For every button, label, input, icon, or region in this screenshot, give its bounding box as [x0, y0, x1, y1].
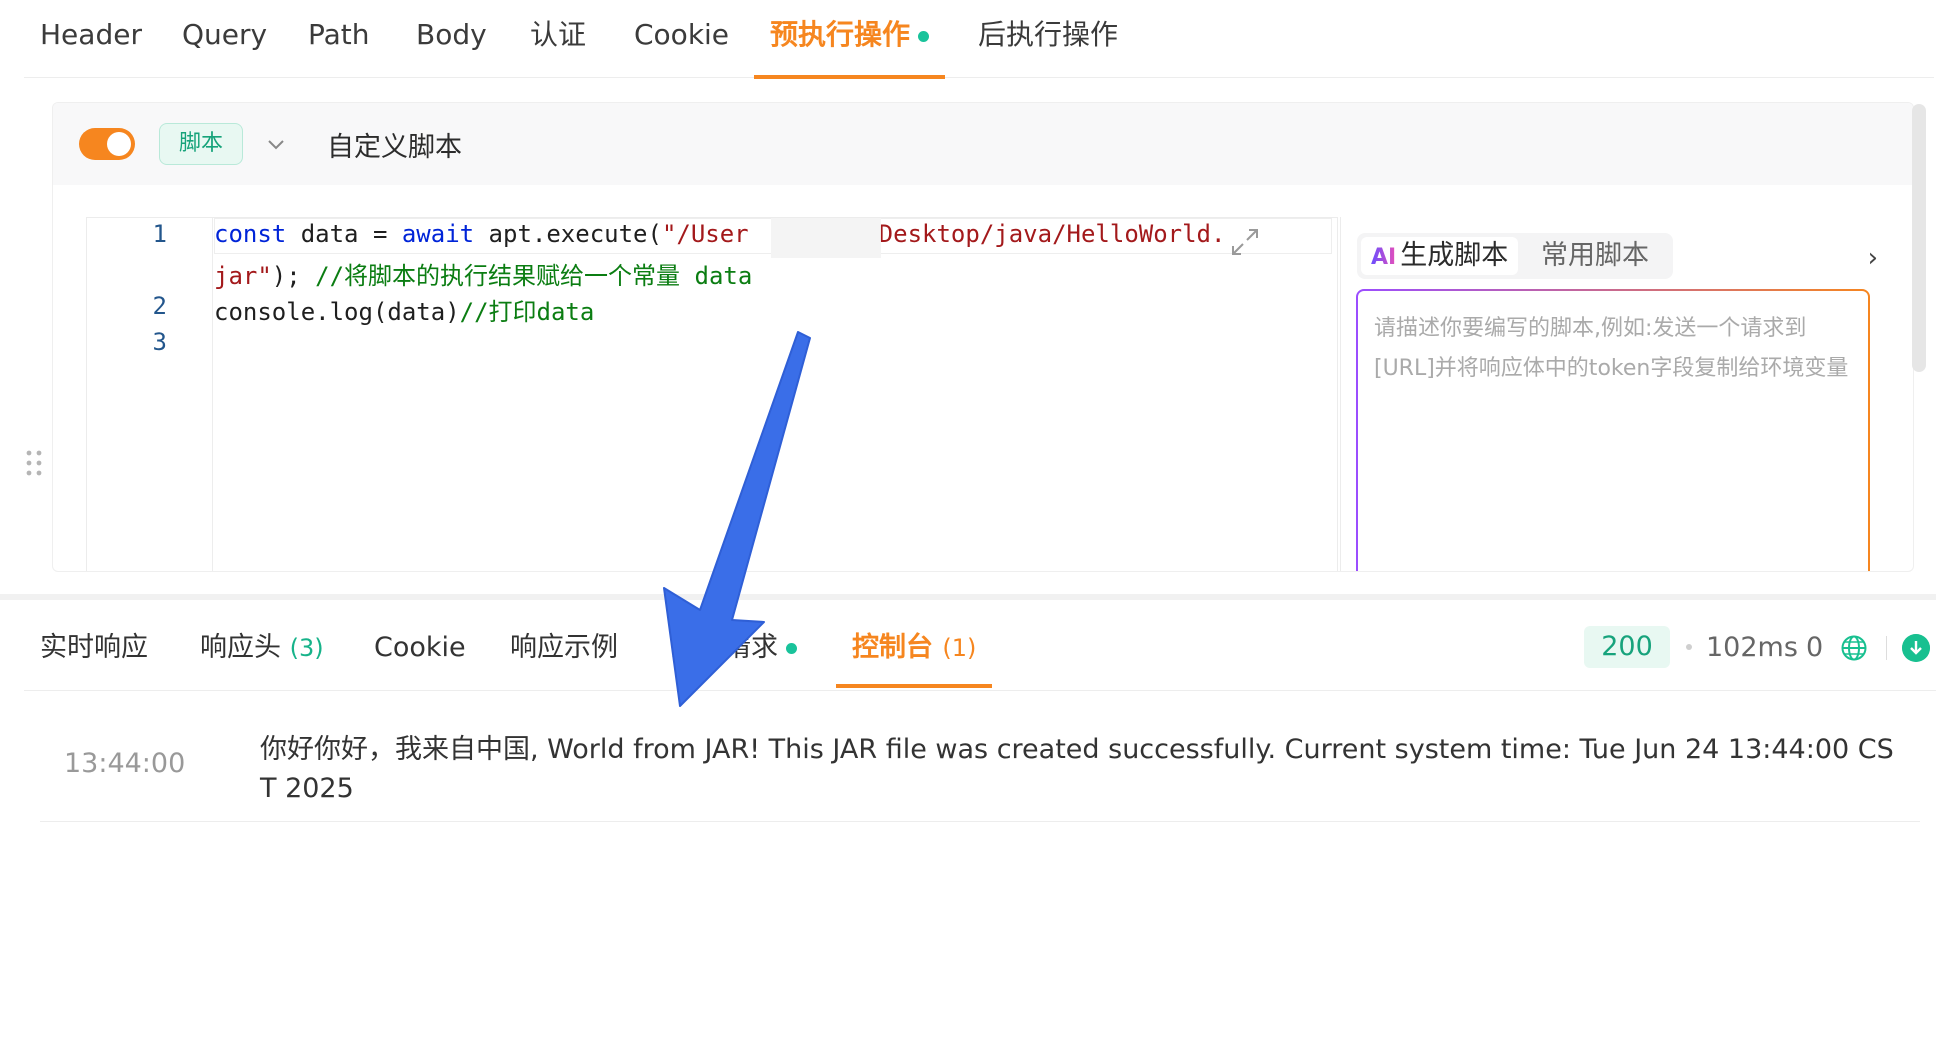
tab-console[interactable]: 控制台 (1) — [835, 628, 993, 688]
log-timestamp: 13:44:00 — [64, 748, 186, 779]
script-type-tag: 脚本 — [159, 123, 243, 165]
console-log-entry: 13:44:00 你好你好，我来自中国, World from JAR! Thi… — [40, 730, 1920, 822]
redacted-path-blur — [771, 218, 881, 258]
code-comment: //将脚本的执行结果赋给一个常量 data — [315, 262, 753, 290]
line-gutter: 1 2 3 — [87, 218, 213, 571]
chevron-down-icon[interactable] — [263, 131, 289, 157]
code-token: jar" — [214, 262, 272, 290]
toggle-knob — [107, 132, 131, 156]
chevron-right-icon[interactable]: › — [1868, 243, 1878, 273]
code-token: await — [401, 220, 475, 248]
request-tabs: Header Query Path Body 认证 Cookie 预执行操作 后… — [24, 0, 1934, 79]
code-token: apt.execute( — [474, 220, 662, 248]
line-number: 3 — [152, 328, 167, 356]
tab-path[interactable]: Path — [308, 12, 370, 76]
expand-icon[interactable] — [1227, 224, 1263, 260]
code-token: ); — [271, 262, 316, 290]
ai-prompt-placeholder: 请描述你要编写的脚本,例如:发送一个请求到[URL]并将响应体中的token字段… — [1374, 316, 1849, 381]
tab-response-cookie[interactable]: Cookie — [374, 628, 466, 668]
code-editor[interactable]: 1 2 3 const data = await apt.execute("/U… — [86, 217, 1338, 571]
separator-dot — [1686, 644, 1692, 650]
tab-pre-request[interactable]: 预执行操作 — [753, 12, 946, 79]
tab-label: 响应头 — [200, 632, 281, 663]
tab-response-examples[interactable]: 响应示例 — [510, 628, 618, 668]
tab-label: 控制台 — [852, 632, 933, 663]
globe-icon[interactable] — [1840, 634, 1868, 662]
tab-response-headers[interactable]: 响应头 (3) — [200, 628, 324, 668]
script-panel-header: 脚本 自定义脚本 — [53, 103, 1913, 185]
code-token: data = — [286, 220, 402, 248]
code-line-1-wrap: jar"); //将脚本的执行结果赋给一个常量 data — [214, 256, 752, 291]
modified-dot-icon — [918, 30, 930, 42]
status-badge: 200 — [1584, 626, 1670, 668]
vertical-scrollbar[interactable] — [1912, 104, 1926, 372]
tab-query[interactable]: Query — [182, 12, 267, 76]
tab-pre-request-label: 预执行操作 — [770, 18, 911, 51]
response-size: 0 — [1806, 632, 1824, 663]
tabs-divider — [24, 690, 1936, 691]
tab-header[interactable]: Header — [40, 12, 142, 76]
code-token: const — [214, 220, 287, 248]
tab-label: 实际请求 — [670, 632, 778, 663]
divider — [1886, 636, 1887, 660]
code-line-1: const data = await apt.execute("/User De… — [214, 220, 1225, 248]
line-number: 2 — [152, 292, 167, 320]
download-icon[interactable] — [1902, 634, 1930, 662]
script-panel-title: 自定义脚本 — [327, 132, 462, 163]
tab-cookie[interactable]: Cookie — [634, 12, 729, 76]
tab-actual-request[interactable]: 实际请求 — [670, 628, 797, 668]
tab-count: (3) — [289, 634, 324, 662]
tab-generate-script[interactable]: AI 生成脚本 — [1361, 237, 1519, 275]
tab-live-response[interactable]: 实时响应 — [40, 628, 148, 668]
enable-toggle[interactable] — [79, 128, 135, 160]
drag-handle-icon[interactable] — [24, 448, 44, 478]
log-message: 你好你好，我来自中国, World from JAR! This JAR fil… — [260, 734, 1894, 804]
tab-count: (1) — [942, 634, 977, 662]
code-comment: //打印data — [459, 298, 595, 326]
tab-auth[interactable]: 认证 — [530, 12, 586, 76]
code-token: console.log(data) — [214, 298, 460, 326]
line-number: 1 — [152, 220, 167, 248]
tab-post-request[interactable]: 后执行操作 — [978, 12, 1118, 76]
ai-prompt-input[interactable]: 请描述你要编写的脚本,例如:发送一个请求到[URL]并将响应体中的token字段… — [1356, 289, 1870, 571]
custom-script-panel: 脚本 自定义脚本 1 2 3 const data = await apt.ex… — [52, 102, 1914, 572]
ai-script-panel: AI 生成脚本 常用脚本 › 请描述你要编写的脚本,例如:发送一个请求到[URL]… — [1340, 217, 1896, 571]
tab-common-scripts[interactable]: 常用脚本 — [1531, 237, 1659, 275]
ai-icon: AI — [1371, 245, 1397, 270]
ai-tabs: AI 生成脚本 常用脚本 — [1357, 233, 1673, 279]
code-line-2: console.log(data)//打印data — [214, 292, 594, 327]
modified-dot-icon — [786, 643, 797, 654]
code-token: "/User Desktop/java/HelloWorld. — [661, 220, 1226, 248]
response-section: 实时响应 响应头 (3) Cookie 响应示例 实际请求 控制台 (1) 20… — [0, 594, 1936, 1048]
tab-generate-script-label: 生成脚本 — [1400, 240, 1509, 271]
code-area[interactable]: const data = await apt.execute("/User De… — [214, 218, 1332, 571]
tab-body[interactable]: Body — [416, 12, 487, 76]
response-time: 102ms — [1706, 632, 1798, 663]
